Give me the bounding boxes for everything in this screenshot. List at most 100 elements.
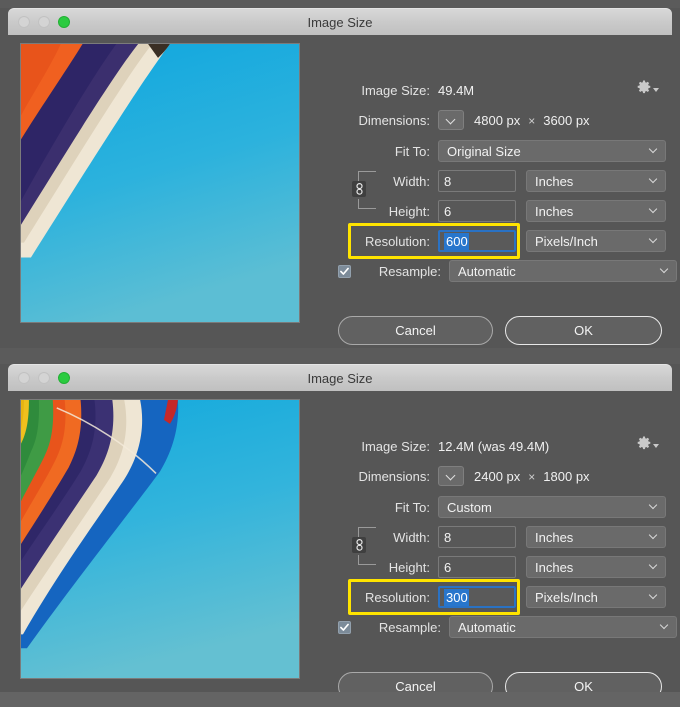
chevron-down-icon xyxy=(661,266,668,273)
image-size-dialog-bottom: Image Size xyxy=(0,364,680,692)
chevron-down-icon xyxy=(650,146,657,153)
fit-to-select[interactable]: Custom xyxy=(438,496,666,518)
zoom-window-button[interactable] xyxy=(58,16,70,28)
resample-label: Resample: xyxy=(357,264,441,279)
image-preview-bottom xyxy=(20,399,300,679)
chevron-down-icon xyxy=(650,176,657,183)
window-title: Image Size xyxy=(8,371,672,386)
width-unit-value: Inches xyxy=(535,530,573,545)
dimensions-separator: × xyxy=(528,114,535,128)
resolution-input[interactable]: 300 xyxy=(438,586,516,608)
fit-to-row: Fit To: Original Size xyxy=(312,140,666,162)
dimensions-height-value: 3600 px xyxy=(543,113,589,128)
image-size-value: 12.4M (was 49.4M) xyxy=(438,439,549,454)
caret-down-icon xyxy=(653,444,659,448)
gear-icon-button[interactable] xyxy=(637,436,659,450)
gear-icon-button[interactable] xyxy=(637,80,659,94)
image-size-summary-row: Image Size: 12.4M (was 49.4M) xyxy=(312,435,642,457)
width-unit-select[interactable]: Inches xyxy=(526,170,666,192)
zoom-window-button[interactable] xyxy=(58,372,70,384)
traffic-lights-top xyxy=(18,16,70,28)
resolution-row: Resolution: 600 Pixels/Inch xyxy=(312,230,666,252)
chevron-down-icon xyxy=(661,622,668,629)
dialog-body-bottom: Image Size: 12.4M (was 49.4M) Dimensions… xyxy=(0,391,680,692)
resample-select[interactable]: Automatic xyxy=(449,260,677,282)
dimensions-width-value: 4800 px xyxy=(474,113,520,128)
dialog-separator-gap xyxy=(0,348,680,364)
dimensions-separator: × xyxy=(528,470,535,484)
dimensions-unit-menu-button[interactable] xyxy=(438,466,464,486)
width-unit-select[interactable]: Inches xyxy=(526,526,666,548)
height-unit-select[interactable]: Inches xyxy=(526,556,666,578)
resolution-value: 300 xyxy=(444,589,469,606)
bottom-strip xyxy=(0,692,680,707)
dialog-buttons-top: Cancel OK xyxy=(338,316,662,345)
dimensions-unit-menu-button[interactable] xyxy=(438,110,464,130)
width-input[interactable]: 8 xyxy=(438,526,516,548)
gear-icon xyxy=(637,436,651,450)
cancel-button[interactable]: Cancel xyxy=(338,316,493,345)
gear-icon xyxy=(637,80,651,94)
minimize-window-button[interactable] xyxy=(38,16,50,28)
resample-checkbox[interactable] xyxy=(338,265,351,278)
dialog-body-top: Image Size: 49.4M Dimensions: xyxy=(0,35,680,348)
balloon-illustration xyxy=(21,44,299,322)
resolution-value: 600 xyxy=(444,233,469,250)
image-size-value: 49.4M xyxy=(438,83,474,98)
dimensions-row: Dimensions: 4800 px × 3600 px xyxy=(312,109,590,131)
width-row: Width: 8 Inches xyxy=(312,526,666,548)
fit-to-select[interactable]: Original Size xyxy=(438,140,666,162)
dimensions-values: 2400 px × 1800 px xyxy=(474,469,590,484)
height-unit-value: Inches xyxy=(535,204,573,219)
width-label: Width: xyxy=(312,174,430,189)
height-label: Height: xyxy=(312,204,430,219)
traffic-lights-bottom xyxy=(18,372,70,384)
width-value: 8 xyxy=(444,174,451,189)
width-input[interactable]: 8 xyxy=(438,170,516,192)
chevron-down-icon xyxy=(650,206,657,213)
image-size-label: Image Size: xyxy=(312,439,430,454)
width-unit-value: Inches xyxy=(535,174,573,189)
check-icon xyxy=(340,267,349,276)
titlebar-top[interactable]: Image Size xyxy=(8,8,672,35)
image-size-summary-row: Image Size: 49.4M xyxy=(312,79,642,101)
dimensions-width-value: 2400 px xyxy=(474,469,520,484)
close-window-button[interactable] xyxy=(18,16,30,28)
titlebar-bottom[interactable]: Image Size xyxy=(8,364,672,391)
window-title: Image Size xyxy=(8,15,672,30)
resolution-row: Resolution: 300 Pixels/Inch xyxy=(312,586,666,608)
fit-to-label: Fit To: xyxy=(312,500,430,515)
height-label: Height: xyxy=(312,560,430,575)
close-window-button[interactable] xyxy=(18,372,30,384)
resolution-unit-value: Pixels/Inch xyxy=(535,234,598,249)
resolution-label: Resolution: xyxy=(312,234,430,249)
height-unit-select[interactable]: Inches xyxy=(526,200,666,222)
resolution-unit-select[interactable]: Pixels/Inch xyxy=(526,230,666,252)
resample-select[interactable]: Automatic xyxy=(449,616,677,638)
dimensions-values: 4800 px × 3600 px xyxy=(474,113,590,128)
height-value: 6 xyxy=(444,560,451,575)
resample-value: Automatic xyxy=(458,264,516,279)
dimensions-label: Dimensions: xyxy=(312,113,430,128)
minimize-window-button[interactable] xyxy=(38,372,50,384)
fit-to-label: Fit To: xyxy=(312,144,430,159)
image-size-form-top: Image Size: 49.4M Dimensions: xyxy=(312,35,680,348)
resolution-unit-value: Pixels/Inch xyxy=(535,590,598,605)
resolution-input[interactable]: 600 xyxy=(438,230,516,252)
height-input[interactable]: 6 xyxy=(438,200,516,222)
dimensions-row: Dimensions: 2400 px × 1800 px xyxy=(312,465,590,487)
height-row: Height: 6 Inches xyxy=(312,556,666,578)
screenshot-root: Image Size xyxy=(0,0,680,707)
fit-to-value: Original Size xyxy=(447,144,521,159)
image-size-form-bottom: Image Size: 12.4M (was 49.4M) Dimensions… xyxy=(312,391,680,692)
height-input[interactable]: 6 xyxy=(438,556,516,578)
chevron-down-icon xyxy=(650,532,657,539)
dimensions-height-value: 1800 px xyxy=(543,469,589,484)
resample-checkbox[interactable] xyxy=(338,621,351,634)
ok-button[interactable]: OK xyxy=(505,316,662,345)
image-preview-top xyxy=(20,43,300,323)
resolution-unit-select[interactable]: Pixels/Inch xyxy=(526,586,666,608)
caret-down-icon xyxy=(653,88,659,92)
chevron-down-icon xyxy=(650,236,657,243)
image-size-label: Image Size: xyxy=(312,83,430,98)
